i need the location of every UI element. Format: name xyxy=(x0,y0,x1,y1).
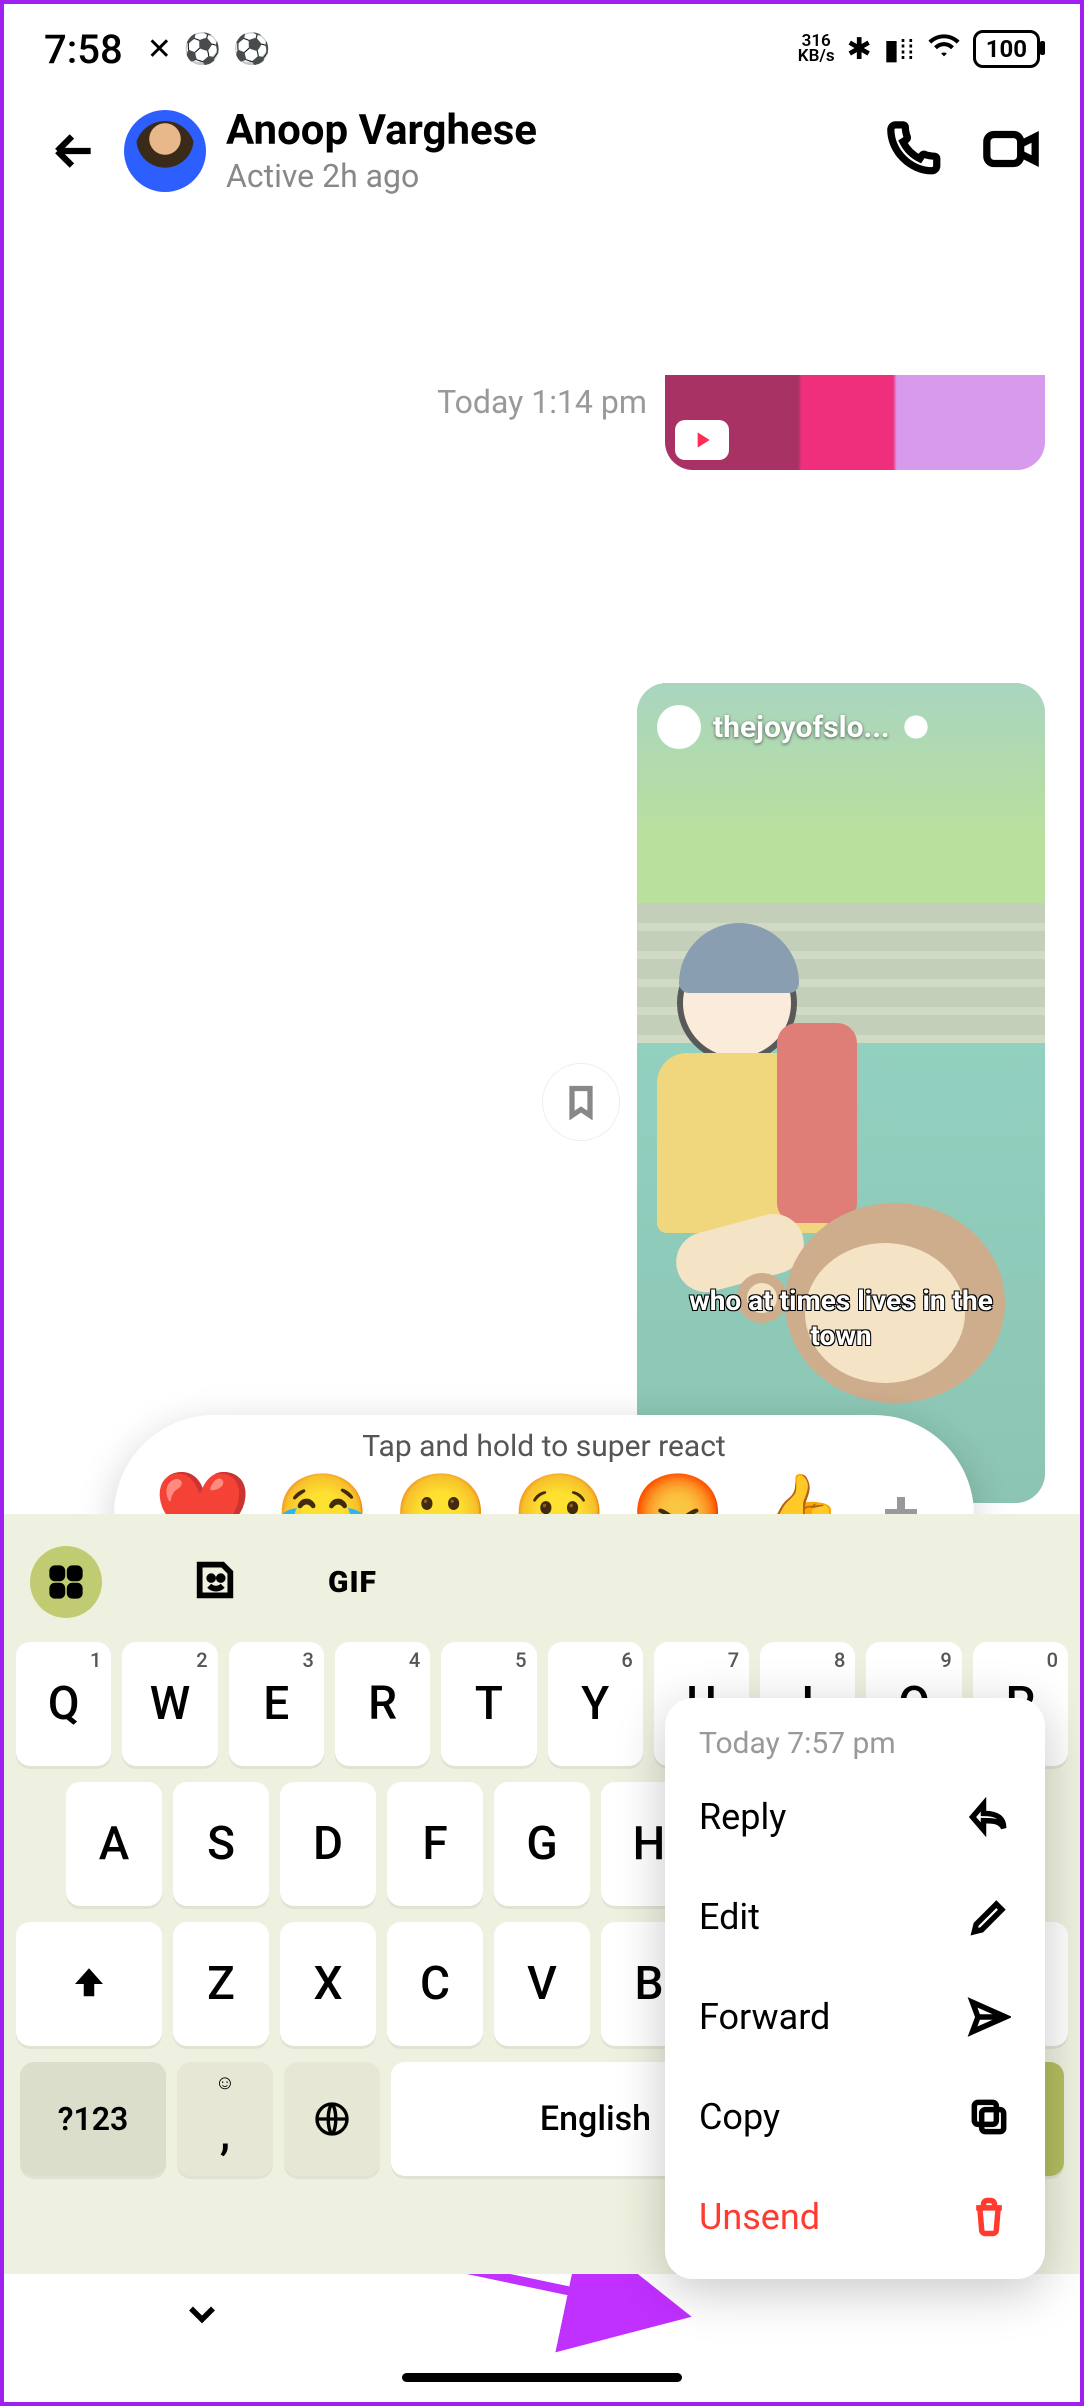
copy-icon xyxy=(967,2095,1011,2139)
bluetooth-icon: ✱ xyxy=(847,32,872,67)
keyboard-settings-button[interactable] xyxy=(467,1557,513,1607)
menu-item-reply[interactable]: Reply xyxy=(665,1767,1045,1867)
menu-item-unsend[interactable]: Unsend xyxy=(665,2167,1045,2267)
menu-item-forward[interactable]: Forward xyxy=(665,1967,1045,2067)
shift-key[interactable] xyxy=(16,1922,162,2046)
avatar[interactable] xyxy=(124,110,206,192)
key-w[interactable]: W2 xyxy=(122,1642,217,1766)
key-t[interactable]: T5 xyxy=(441,1642,536,1766)
key-f[interactable]: F xyxy=(387,1782,483,1906)
network-rate: 316 KB/s xyxy=(798,34,835,65)
key-x[interactable]: X xyxy=(280,1922,376,2046)
message-context-menu: Today 7:57 pm Reply Edit Forward Copy Un… xyxy=(665,1698,1045,2279)
menu-item-edit[interactable]: Edit xyxy=(665,1867,1045,1967)
back-button[interactable] xyxy=(44,126,104,176)
system-navbar xyxy=(4,2272,1080,2402)
key-z[interactable]: Z xyxy=(173,1922,269,2046)
key-q[interactable]: Q1 xyxy=(16,1642,111,1766)
key-y[interactable]: Y6 xyxy=(548,1642,643,1766)
numbers-key[interactable]: ?123 xyxy=(20,2062,166,2176)
key-a[interactable]: A xyxy=(66,1782,162,1906)
context-menu-timestamp: Today 7:57 pm xyxy=(665,1726,1045,1767)
video-call-button[interactable] xyxy=(982,120,1040,182)
chat-header: Anoop Varghese Active 2h ago xyxy=(4,94,1080,223)
keyboard-collapse-button[interactable] xyxy=(180,2292,224,2340)
chat-area: Today 1:14 pm thejoyofslo... who at time… xyxy=(4,383,1080,421)
key-v[interactable]: V xyxy=(494,1922,590,2046)
comma-key[interactable]: ☺ , xyxy=(177,2062,273,2176)
reaction-hint-text: Tap and hold to super react xyxy=(144,1429,944,1464)
no-location-icon: ✕ xyxy=(147,32,172,67)
key-c[interactable]: C xyxy=(387,1922,483,2046)
gif-button[interactable]: GIF xyxy=(328,1565,377,1600)
shared-reel-message[interactable]: thejoyofslo... who at times lives in the… xyxy=(637,683,1045,1503)
wifi-icon xyxy=(927,28,961,70)
language-key[interactable] xyxy=(284,2062,380,2176)
reply-icon xyxy=(967,1795,1011,1839)
home-handle[interactable] xyxy=(402,2373,682,2382)
status-bar: 7:58 ✕ ⚽ ⚽ 316 KB/s ✱ ▮⁞⁞ 100 xyxy=(4,4,1080,94)
chat-title-block[interactable]: Anoop Varghese Active 2h ago xyxy=(226,106,866,195)
chat-name: Anoop Varghese xyxy=(226,106,866,155)
key-e[interactable]: E3 xyxy=(229,1642,324,1766)
football-icon: ⚽ xyxy=(184,32,221,67)
key-g[interactable]: G xyxy=(494,1782,590,1906)
play-icon xyxy=(675,420,729,460)
send-icon xyxy=(967,1995,1011,2039)
football-icon-2: ⚽ xyxy=(233,32,270,67)
key-d[interactable]: D xyxy=(280,1782,376,1906)
sticker-button[interactable] xyxy=(192,1557,238,1607)
battery-indicator: 100 xyxy=(973,30,1040,68)
status-time: 7:58 xyxy=(44,26,123,73)
key-s[interactable]: S xyxy=(173,1782,269,1906)
previous-media-message[interactable] xyxy=(665,375,1045,470)
shared-reel-caption: who at times lives in the town xyxy=(637,1283,1045,1353)
pencil-icon xyxy=(967,1895,1011,1939)
keyboard-apps-button[interactable] xyxy=(30,1546,102,1618)
chat-active-status: Active 2h ago xyxy=(226,157,866,195)
key-r[interactable]: R4 xyxy=(335,1642,430,1766)
audio-call-button[interactable] xyxy=(886,120,944,182)
menu-item-copy[interactable]: Copy xyxy=(665,2067,1045,2167)
save-bookmark-button[interactable] xyxy=(542,1063,620,1141)
cellular-signal-icon: ▮⁞⁞ xyxy=(884,33,915,66)
verified-badge-icon xyxy=(902,713,930,741)
trash-icon xyxy=(967,2195,1011,2239)
shared-reel-author: thejoyofslo... xyxy=(657,705,930,749)
